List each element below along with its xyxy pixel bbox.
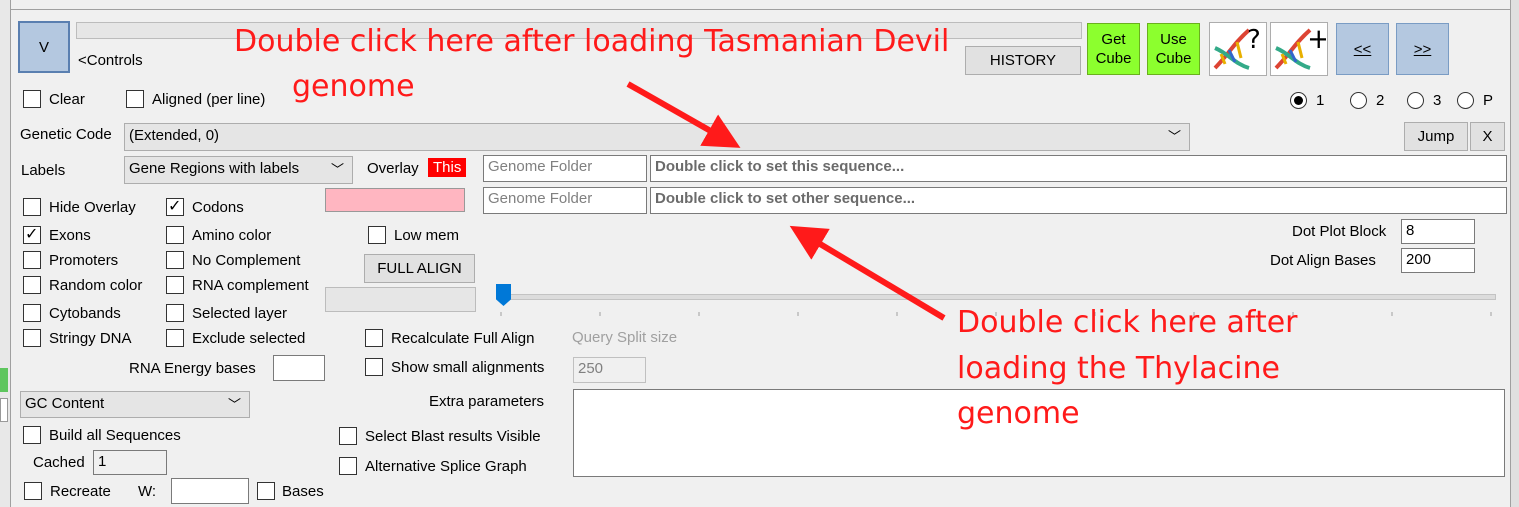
arrow-to-this-sequence xyxy=(626,81,741,148)
arrow-to-other-sequence xyxy=(789,225,946,321)
annotation-arrows xyxy=(626,81,946,321)
